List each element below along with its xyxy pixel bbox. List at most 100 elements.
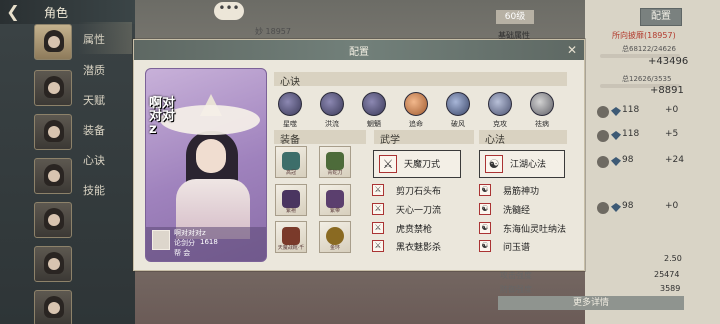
- tab-mind-art[interactable]: 心诀: [83, 152, 105, 168]
- equipment-slot[interactable]: 紫带: [319, 184, 351, 216]
- skill-label: 追命: [409, 120, 423, 128]
- meditation-icon: ☯: [479, 222, 491, 234]
- mind-skill-row[interactable]: ☯ 易筋神功: [479, 184, 567, 198]
- defense-value: 3589: [660, 284, 681, 293]
- config-button[interactable]: 配置: [640, 8, 682, 26]
- equipment-icon: [326, 152, 344, 170]
- meditation-icon: ☯: [479, 184, 491, 196]
- main-mind-method[interactable]: ☯ 江湖心法: [479, 150, 565, 178]
- mind-skill-row[interactable]: ☯ 洗髓经: [479, 203, 567, 217]
- defense-label: 防御强度: [500, 285, 532, 294]
- main-martial-art[interactable]: ⚔ 天魔刀式: [373, 150, 461, 178]
- back-arrow-icon[interactable]: ❮: [2, 2, 24, 22]
- tab-skills[interactable]: 技能: [83, 182, 105, 198]
- page-title: 角色: [44, 6, 69, 20]
- mp-gain: +8891: [650, 85, 684, 96]
- attr-row: 118 +5: [597, 128, 687, 144]
- gem-icon: [611, 107, 621, 116]
- more-details-button[interactable]: 更多详情: [498, 296, 684, 310]
- character-portrait[interactable]: [34, 202, 72, 238]
- skill-icon[interactable]: [488, 92, 512, 116]
- skill-icon: ⚔: [372, 184, 384, 196]
- guild-label: 帮 会: [174, 249, 191, 257]
- skill-icon[interactable]: [320, 92, 344, 116]
- stat-value: 2.50: [664, 254, 682, 263]
- martial-skill-row[interactable]: ⚔ 天心一刀流: [372, 203, 472, 217]
- attr-row: 98 +0: [597, 200, 687, 216]
- character-portrait[interactable]: [34, 24, 72, 60]
- tab-talent[interactable]: 天赋: [83, 92, 105, 108]
- close-x-icon[interactable]: ✕: [565, 43, 579, 57]
- background-text: 妙 18957: [255, 27, 291, 36]
- equipment-slot[interactable]: 天魔战靴·千: [275, 221, 307, 253]
- attack-value: 25474: [654, 270, 680, 279]
- figure-icon: [597, 156, 609, 168]
- score-value: 1618: [200, 238, 218, 246]
- attr-row: 118 +0: [597, 104, 687, 120]
- dept-text: 所向披靡(18957): [612, 31, 676, 40]
- skill-label: 洪流: [325, 120, 339, 128]
- skill-label: 祛病: [535, 120, 549, 128]
- sword-figure-icon: ⚔: [379, 155, 397, 173]
- username: 啊对对对z: [174, 229, 206, 237]
- config-dialog: 配置 ✕ 8 啊对对对z 啊对对对z 论剑分 1618 帮 会 心诀 星噬 洪流…: [133, 39, 585, 271]
- skill-icon[interactable]: [278, 92, 302, 116]
- meditation-icon: ☯: [479, 203, 491, 215]
- mind-skill-row[interactable]: ☯ 东海仙灵吐纳法: [479, 222, 567, 236]
- character-portrait[interactable]: [34, 246, 72, 282]
- skill-icon[interactable]: [404, 92, 428, 116]
- equipment-slot[interactable]: 高冠: [275, 146, 307, 178]
- section-martial-arts: 武学: [374, 130, 474, 146]
- gem-icon: [611, 131, 621, 140]
- tab-attributes[interactable]: 属性: [83, 31, 105, 47]
- skill-icon: ⚔: [372, 222, 384, 234]
- character-portrait[interactable]: [34, 70, 72, 106]
- mp-total: 总12626/3535: [622, 75, 672, 83]
- skill-icon: ⚔: [372, 203, 384, 215]
- equipment-slot[interactable]: 青蛇刀: [319, 146, 351, 178]
- equipment-slot[interactable]: 金环: [319, 221, 351, 253]
- skill-label: 破风: [451, 120, 465, 128]
- tab-equipment[interactable]: 装备: [83, 122, 105, 138]
- character-card: 8 啊对对对z 啊对对对z 论剑分 1618 帮 会: [145, 68, 267, 262]
- character-portrait[interactable]: [34, 114, 72, 150]
- figure-icon: [597, 130, 609, 142]
- hp-gain: +43496: [648, 56, 689, 67]
- user-avatar: [152, 230, 170, 250]
- skill-icon[interactable]: [362, 92, 386, 116]
- level-badge: 60级: [496, 10, 534, 24]
- hp-total: 总68122/24626: [622, 45, 676, 53]
- equipment-icon: [326, 227, 344, 245]
- skill-label: 克攻: [493, 120, 507, 128]
- martial-skill-row[interactable]: ⚔ 黑衣魅影杀: [372, 240, 472, 254]
- figure-icon: [597, 202, 609, 214]
- meditation-icon: ☯: [479, 240, 491, 252]
- equipment-icon: [282, 190, 300, 208]
- figure-icon: [597, 106, 609, 118]
- skill-icon[interactable]: [446, 92, 470, 116]
- gem-icon: [611, 157, 621, 166]
- section-equipment: 装备: [274, 130, 366, 146]
- character-portrait[interactable]: [34, 290, 72, 324]
- equipment-slot[interactable]: 紫袍: [275, 184, 307, 216]
- skill-icon[interactable]: [530, 92, 554, 116]
- section-xinjue: 心诀: [274, 72, 567, 88]
- character-portrait[interactable]: [34, 158, 72, 194]
- gem-icon: [611, 203, 621, 212]
- skill-label: 魍魉: [367, 120, 381, 128]
- meditation-icon: ☯: [485, 155, 503, 173]
- character-face: [196, 139, 226, 173]
- chat-bubble-icon[interactable]: •••: [214, 2, 244, 20]
- equipment-icon: [326, 190, 344, 208]
- equipment-icon: [282, 152, 300, 170]
- mind-skill-row[interactable]: ☯ 问玉谱: [479, 240, 567, 254]
- martial-skill-row[interactable]: ⚔ 剪刀石头布: [372, 184, 472, 198]
- attack-label: 攻击强度: [500, 271, 532, 280]
- equipment-icon: [282, 227, 300, 245]
- dialog-title: 配置: [349, 47, 369, 58]
- score-label: 论剑分: [174, 239, 195, 247]
- section-mind-methods: 心法: [479, 130, 567, 146]
- tab-potential[interactable]: 潜质: [83, 62, 105, 78]
- card-name-vertical: 啊对对对z: [149, 96, 176, 137]
- martial-skill-row[interactable]: ⚔ 虎贲禁枪: [372, 222, 472, 236]
